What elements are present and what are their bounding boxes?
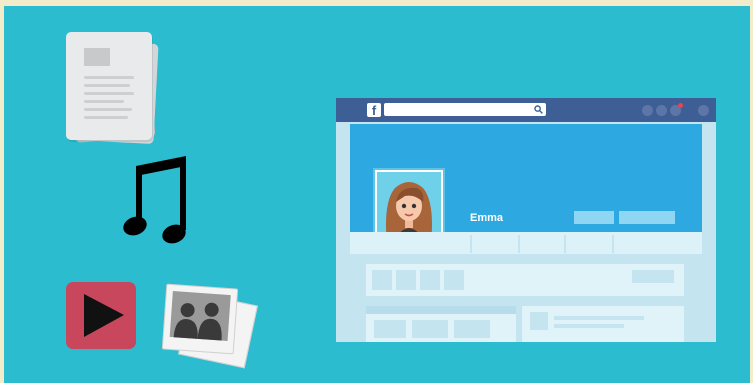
- feed-thumbnail: [374, 320, 406, 338]
- tab-divider: [518, 235, 520, 253]
- info-thumbnail[interactable]: [444, 270, 464, 290]
- tab-divider: [612, 235, 614, 253]
- info-action[interactable]: [632, 270, 674, 283]
- info-thumbnail[interactable]: [420, 270, 440, 290]
- tab-divider: [564, 235, 566, 253]
- notification-badge: [678, 103, 683, 108]
- search-input[interactable]: [384, 103, 546, 116]
- document-line: [84, 100, 124, 103]
- tab-divider: [470, 235, 472, 253]
- navbar: f: [336, 98, 716, 122]
- illustration-canvas: f Emma: [4, 6, 750, 383]
- network-logo[interactable]: f: [367, 103, 381, 118]
- document-line: [84, 108, 132, 111]
- profile-tabs: [350, 232, 702, 254]
- feed-left-panel: [366, 306, 516, 342]
- feed-left-header: [366, 306, 516, 314]
- info-thumbnail[interactable]: [396, 270, 416, 290]
- settings-icon[interactable]: [698, 105, 709, 116]
- social-profile-window: f Emma: [336, 98, 716, 342]
- document-line: [84, 84, 130, 87]
- info-thumbnail[interactable]: [372, 270, 392, 290]
- feed-thumbnail: [412, 320, 448, 338]
- post-line: [554, 324, 624, 328]
- post-line: [554, 316, 644, 320]
- feed-thumbnail: [454, 320, 490, 338]
- music-note-icon: [123, 156, 186, 244]
- friends-icon[interactable]: [642, 105, 653, 116]
- profile-name[interactable]: Emma: [470, 212, 503, 224]
- play-video-icon: [66, 282, 136, 349]
- cover-button-2[interactable]: [619, 211, 675, 224]
- cover-button-1[interactable]: [574, 211, 614, 224]
- feed-right-panel: [522, 306, 684, 342]
- document-line: [84, 116, 128, 119]
- document-front-sheet: [66, 32, 152, 140]
- search-icon[interactable]: [534, 105, 543, 114]
- document-line: [84, 76, 134, 79]
- post-avatar: [530, 312, 548, 330]
- photo-front: [161, 283, 239, 355]
- document-image-placeholder: [84, 48, 110, 66]
- messages-icon[interactable]: [656, 105, 667, 116]
- document-line: [84, 92, 134, 95]
